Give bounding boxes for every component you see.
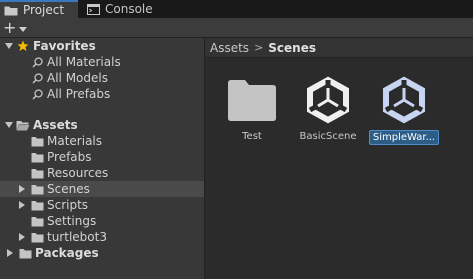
tree-item-scenes[interactable]: Scenes — [0, 181, 204, 197]
tab-project-label: Project — [23, 3, 65, 17]
expand-arrow-icon[interactable] — [4, 41, 14, 51]
project-window: Project Console + Favorites All Material… — [0, 0, 473, 279]
asset-item-test-folder[interactable]: Test — [215, 72, 289, 143]
asset-label: SimpleWar... — [368, 130, 440, 145]
tree-item-label: Scripts — [47, 198, 89, 212]
star-icon — [16, 40, 30, 52]
tab-console-label: Console — [105, 2, 153, 16]
breadcrumb-separator: > — [254, 41, 264, 54]
tab-project[interactable]: Project — [0, 0, 78, 18]
tree-item-materials[interactable]: Materials — [0, 133, 204, 149]
collapsed-arrow-icon[interactable] — [17, 184, 27, 194]
tree-item-label: Prefabs — [47, 150, 92, 164]
unity-scene-icon — [376, 72, 432, 128]
tree-item-label: Settings — [47, 214, 97, 228]
folder-icon — [18, 247, 32, 259]
folder-icon — [30, 199, 44, 211]
toolbar: + — [0, 18, 473, 38]
tree-item-turtlebot3[interactable]: turtlebot3 — [0, 229, 204, 245]
tree-item-all-materials[interactable]: All Materials — [0, 54, 204, 70]
tree-item-label: All Prefabs — [47, 87, 111, 101]
tree-item-label: Scenes — [47, 182, 90, 196]
tree-item-label: Assets — [33, 118, 78, 132]
collapsed-arrow-icon[interactable] — [5, 248, 15, 258]
asset-label: BasicScene — [299, 131, 357, 142]
tree-item-label: Materials — [47, 134, 103, 148]
tab-strip: Project Console — [0, 0, 473, 18]
tree-item-label: All Models — [47, 71, 108, 85]
large-folder-icon — [224, 72, 280, 128]
asset-item-basicscene[interactable]: BasicScene — [291, 72, 365, 143]
tree-item-scripts[interactable]: Scripts — [0, 197, 204, 213]
search-icon — [30, 56, 44, 68]
asset-item-simplewar-scene[interactable]: SimpleWar... — [367, 72, 441, 145]
tree-item-resources[interactable]: Resources — [0, 165, 204, 181]
folder-icon — [30, 167, 44, 179]
open-folder-icon — [16, 119, 30, 131]
tab-console[interactable]: Console — [86, 0, 164, 18]
folder-icon — [30, 231, 44, 243]
folder-icon — [30, 215, 44, 227]
tree-item-label: Favorites — [33, 39, 96, 53]
plus-icon: + — [3, 17, 17, 37]
search-icon — [30, 72, 44, 84]
folder-icon — [30, 151, 44, 163]
breadcrumb: Assets > Scenes — [205, 38, 473, 58]
asset-label: Test — [242, 131, 262, 142]
tree-item-packages[interactable]: Packages — [0, 245, 204, 261]
tree-item-label: Packages — [35, 246, 99, 260]
folder-icon — [4, 4, 18, 16]
collapsed-arrow-icon[interactable] — [17, 232, 27, 242]
breadcrumb-assets[interactable]: Assets — [210, 41, 249, 55]
expand-arrow-icon[interactable] — [4, 120, 14, 130]
tree-item-all-models[interactable]: All Models — [0, 70, 204, 86]
chevron-down-icon — [19, 21, 28, 35]
search-icon — [30, 88, 44, 100]
unity-scene-icon — [300, 72, 356, 128]
tree-item-label: turtlebot3 — [47, 230, 107, 244]
collapsed-arrow-icon[interactable] — [17, 200, 27, 210]
tree-item-all-prefabs[interactable]: All Prefabs — [0, 86, 204, 102]
tree-item-label: All Materials — [47, 55, 121, 69]
tree-item-assets[interactable]: Assets — [0, 117, 204, 133]
breadcrumb-scenes[interactable]: Scenes — [268, 41, 316, 55]
add-button[interactable]: + — [3, 19, 31, 36]
folder-tree-panel: Favorites All Materials All Models All P… — [0, 38, 205, 279]
folder-icon — [30, 135, 44, 147]
tree-item-settings[interactable]: Settings — [0, 213, 204, 229]
console-icon — [86, 3, 100, 15]
folder-icon — [30, 183, 44, 195]
tree-item-label: Resources — [47, 166, 109, 180]
tree-item-prefabs[interactable]: Prefabs — [0, 149, 204, 165]
tree-item-favorites[interactable]: Favorites — [0, 38, 204, 54]
asset-browser-panel: Assets > Scenes Test BasicScene SimpleWa… — [205, 38, 473, 279]
